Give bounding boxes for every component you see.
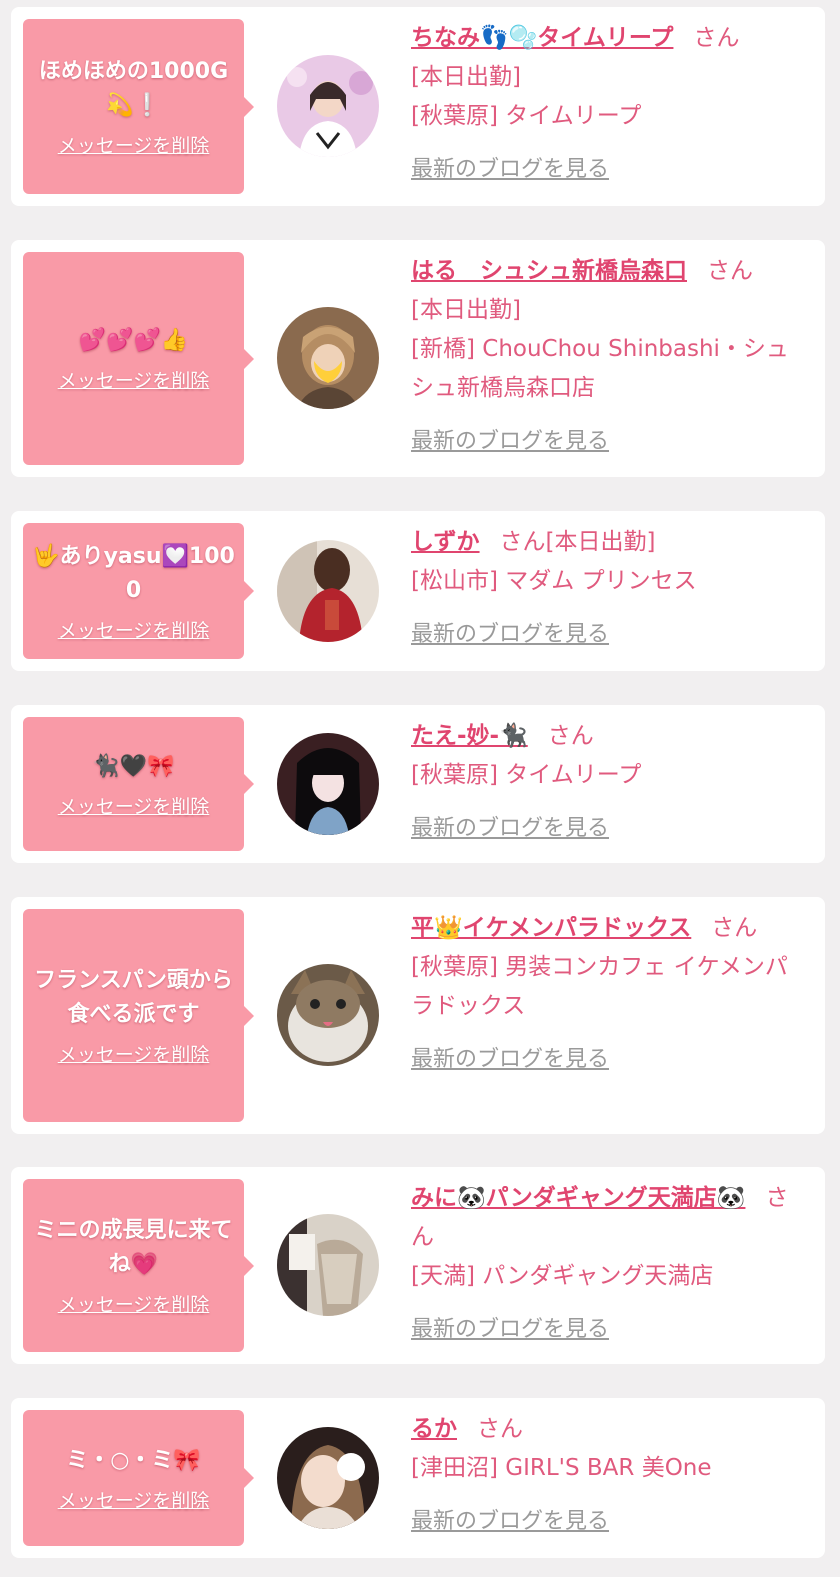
cast-name-link[interactable]: 平👑イケメンパラドックス	[411, 915, 691, 941]
shop-info: [津田沼] GIRL'S BAR 美One	[411, 1455, 712, 1481]
latest-blog-link[interactable]: 最新のブログを見る	[411, 615, 609, 654]
shop-info: [松山市] マダム プリンセス	[411, 568, 697, 594]
message-text: 🤟ありyasu💟1000	[32, 543, 235, 603]
delete-message-link[interactable]: メッセージを削除	[58, 131, 210, 158]
attendance-status: [本日出勤]	[545, 529, 656, 555]
cast-info: みに🐼パンダギャング天満店🐼 さん [天満] パンダギャング天満店 最新のブログを…	[411, 1179, 806, 1349]
latest-blog-link[interactable]: 最新のブログを見る	[411, 809, 609, 848]
avatar[interactable]	[277, 540, 379, 642]
message-bubble: 🐈‍⬛🖤🎀 メッセージを削除	[23, 717, 254, 851]
shop-info: [新橋] ChouChou Shinbashi・シュシュ新橋烏森口店	[411, 336, 789, 401]
delete-message-link[interactable]: メッセージを削除	[58, 1290, 210, 1317]
cast-name-link[interactable]: しずか	[411, 529, 480, 555]
cast-info: 平👑イケメンパラドックス さん [秋葉原] 男装コンカフェ イケメンパラドックス …	[411, 909, 806, 1079]
avatar[interactable]	[277, 964, 379, 1066]
message-bubble: 🤟ありyasu💟1000 メッセージを削除	[23, 523, 254, 659]
message-bubble: ほめほめの1000G💫❕ メッセージを削除	[23, 19, 254, 194]
favorites-list: ほめほめの1000G💫❕ メッセージを削除 ちなみ👣🫧タイムリープ さん [本日出…	[0, 0, 840, 1577]
honorific: さん	[707, 258, 753, 284]
delete-message-link[interactable]: メッセージを削除	[58, 366, 210, 393]
delete-message-link[interactable]: メッセージを削除	[58, 616, 210, 643]
latest-blog-link[interactable]: 最新のブログを見る	[411, 1310, 609, 1349]
shop-info: [天満] パンダギャング天満店	[411, 1263, 714, 1289]
avatar[interactable]	[277, 307, 379, 409]
message-bubble: ミ・○・ミ🎀 メッセージを削除	[23, 1410, 254, 1546]
avatar[interactable]	[277, 733, 379, 835]
message-text: フランスパン頭から食べる派です	[34, 968, 233, 1027]
honorific: さん	[693, 25, 740, 51]
cast-info: しずか さん[本日出勤] [松山市] マダム プリンセス 最新のブログを見る	[411, 523, 806, 654]
cast-card: ほめほめの1000G💫❕ メッセージを削除 ちなみ👣🫧タイムリープ さん [本日出…	[11, 7, 825, 206]
message-text: ミニの成長見に来てね💗	[34, 1218, 233, 1277]
attendance-status: [本日出勤]	[411, 297, 521, 323]
message-text: ミ・○・ミ🎀	[66, 1447, 201, 1473]
cast-card: フランスパン頭から食べる派です メッセージを削除 平👑イケメンパラドックス さん …	[11, 897, 825, 1134]
delete-message-link[interactable]: メッセージを削除	[58, 1040, 210, 1067]
shop-info: [秋葉原] 男装コンカフェ イケメンパラドックス	[411, 954, 788, 1019]
message-text: 🐈‍⬛🖤🎀	[92, 753, 175, 779]
attendance-status: [本日出勤]	[411, 64, 521, 90]
message-text: 💕💕💕👍	[78, 328, 189, 353]
message-text: ほめほめの1000G💫❕	[38, 59, 229, 118]
cast-name-link[interactable]: るか	[411, 1416, 457, 1442]
cast-name-link[interactable]: はる シュシュ新橋烏森口	[411, 258, 687, 284]
honorific: さん	[477, 1416, 523, 1442]
cast-card: 🤟ありyasu💟1000 メッセージを削除 しずか さん[本日出勤] [松山市] …	[11, 511, 825, 671]
cast-card: 🐈‍⬛🖤🎀 メッセージを削除 たえ-妙-🐈‍⬛ さん [秋葉原] タイムリープ 最…	[11, 705, 825, 863]
delete-message-link[interactable]: メッセージを削除	[58, 792, 210, 819]
avatar[interactable]	[277, 55, 379, 157]
latest-blog-link[interactable]: 最新のブログを見る	[411, 422, 609, 461]
delete-message-link[interactable]: メッセージを削除	[58, 1486, 210, 1513]
avatar[interactable]	[277, 1427, 379, 1529]
honorific: さん	[711, 915, 758, 941]
avatar[interactable]	[277, 1214, 379, 1316]
cast-name-link[interactable]: たえ-妙-🐈‍⬛	[411, 723, 528, 749]
cast-info: るか さん [津田沼] GIRL'S BAR 美One 最新のブログを見る	[411, 1410, 806, 1541]
latest-blog-link[interactable]: 最新のブログを見る	[411, 150, 609, 189]
honorific: さん	[499, 529, 546, 555]
honorific: さん	[547, 723, 594, 749]
cast-name-link[interactable]: ちなみ👣🫧タイムリープ	[411, 25, 673, 51]
cast-info: たえ-妙-🐈‍⬛ さん [秋葉原] タイムリープ 最新のブログを見る	[411, 717, 806, 848]
cast-card: ミニの成長見に来てね💗 メッセージを削除 みに🐼パンダギャング天満店🐼 さん [天…	[11, 1167, 825, 1364]
cast-name-link[interactable]: みに🐼パンダギャング天満店🐼	[411, 1185, 745, 1211]
latest-blog-link[interactable]: 最新のブログを見る	[411, 1040, 609, 1079]
cast-card: 💕💕💕👍 メッセージを削除 はる シュシュ新橋烏森口 さん [本日出勤] [新橋]…	[11, 240, 825, 477]
shop-info: [秋葉原] タイムリープ	[411, 103, 642, 129]
cast-info: はる シュシュ新橋烏森口 さん [本日出勤] [新橋] ChouChou Shin…	[411, 252, 806, 461]
cast-info: ちなみ👣🫧タイムリープ さん [本日出勤] [秋葉原] タイムリープ 最新のブログ…	[411, 19, 806, 189]
cast-card: ミ・○・ミ🎀 メッセージを削除 るか さん [津田沼] GIRL'S BAR 美O…	[11, 1398, 825, 1558]
message-bubble: フランスパン頭から食べる派です メッセージを削除	[23, 909, 254, 1122]
shop-info: [秋葉原] タイムリープ	[411, 762, 642, 788]
message-bubble: ミニの成長見に来てね💗 メッセージを削除	[23, 1179, 254, 1352]
message-bubble: 💕💕💕👍 メッセージを削除	[23, 252, 254, 465]
latest-blog-link[interactable]: 最新のブログを見る	[411, 1502, 609, 1541]
